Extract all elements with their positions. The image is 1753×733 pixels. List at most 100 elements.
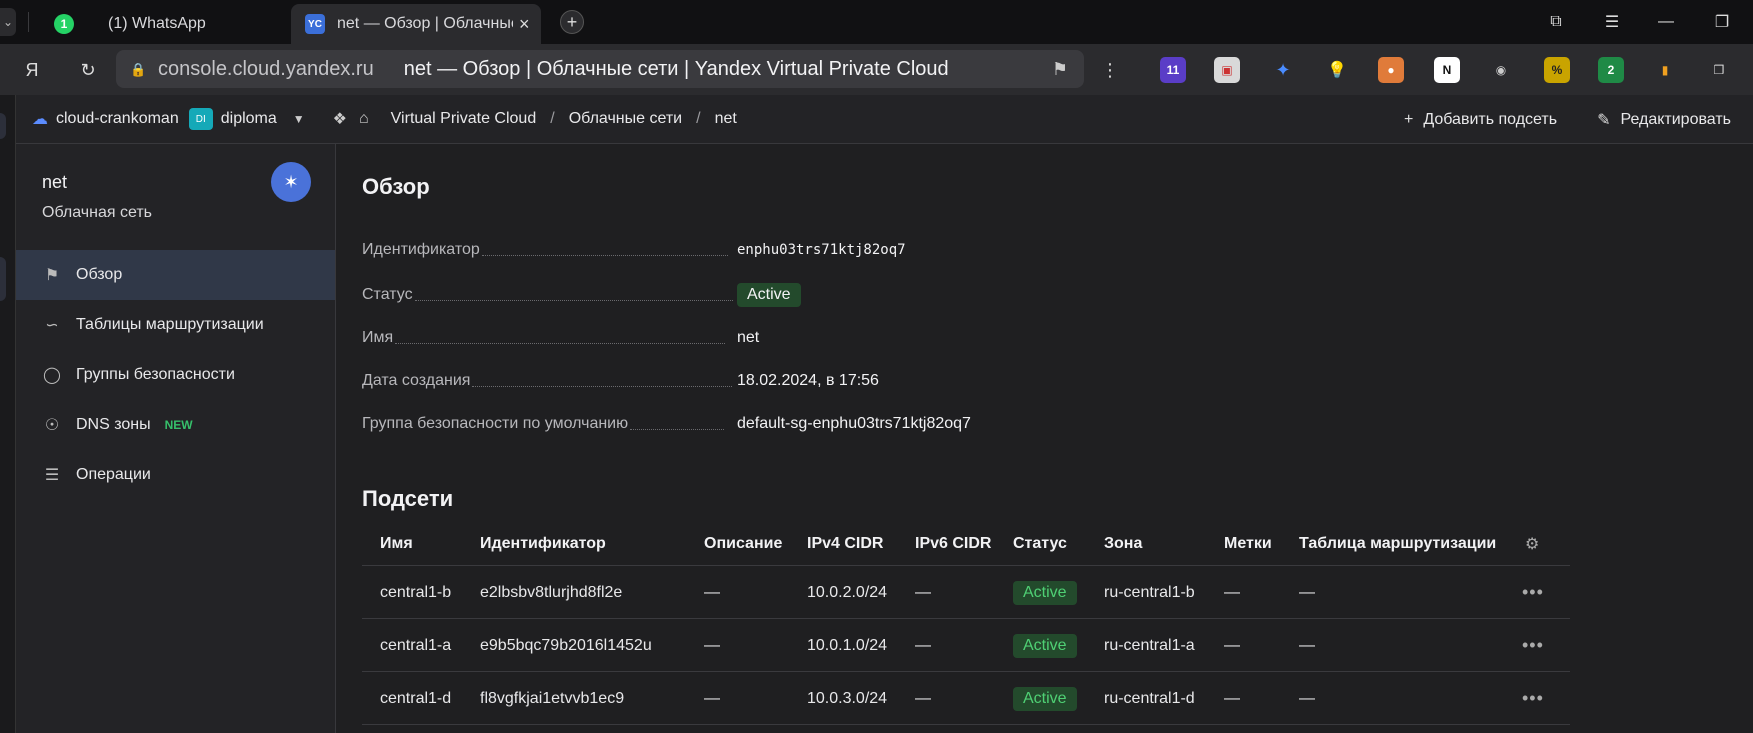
column-header[interactable]: Идентификатор	[480, 522, 606, 566]
status-badge: Active	[1013, 686, 1077, 711]
extensions-icon[interactable]: ❒	[1706, 57, 1732, 83]
yandex-logo-icon[interactable]: Я	[18, 56, 46, 84]
extension-shield-icon[interactable]: 2	[1598, 57, 1624, 83]
cloud-name[interactable]: cloud-crankoman	[56, 110, 179, 128]
app-rail	[0, 95, 16, 733]
chevron-down-icon[interactable]: ▼	[293, 112, 305, 126]
url-text: console.cloud.yandex.ru	[158, 57, 374, 80]
column-header[interactable]: Описание	[704, 522, 782, 566]
rail-item[interactable]	[0, 113, 6, 139]
sidebar-item-overview[interactable]: ⚑ Обзор	[16, 250, 335, 300]
close-icon[interactable]: ×	[519, 14, 530, 35]
tab-whatsapp[interactable]: 1 (1) WhatsApp	[48, 4, 288, 44]
table-row[interactable]: central1-b e2lbsbv8tlurjhd8fl2e — 10.0.2…	[362, 566, 1570, 619]
extension-calendar-icon[interactable]: 11	[1160, 57, 1186, 83]
column-header[interactable]: Имя	[380, 522, 413, 566]
prop-status: Статус Active	[362, 283, 1362, 307]
extension-glasses-icon[interactable]: ●	[1378, 57, 1404, 83]
collections-icon[interactable]: ⧉	[1544, 10, 1568, 34]
subnet-route-table: —	[1299, 583, 1315, 601]
tab-list-chevron-icon[interactable]: ⌄	[0, 8, 16, 36]
restore-icon[interactable]: ❐	[1710, 10, 1734, 34]
home-icon[interactable]: ⌂	[359, 110, 369, 128]
column-header[interactable]: Таблица маршрутизации	[1299, 522, 1496, 566]
subnet-ipv4: 10.0.2.0/24	[807, 583, 888, 601]
extension-battery-icon[interactable]: ▮	[1652, 57, 1678, 83]
extension-percent-icon[interactable]: %	[1544, 57, 1570, 83]
overview-heading: Обзор	[362, 174, 430, 199]
prop-value: net	[737, 329, 760, 346]
browser-tab-bar: ⌄ 1 (1) WhatsApp YC net — Обзор | Облачн…	[0, 0, 1753, 44]
column-header[interactable]: Статус	[1013, 522, 1067, 566]
breadcrumb-separator: /	[696, 110, 701, 127]
address-field[interactable]: 🔒 console.cloud.yandex.ru net — Обзор | …	[116, 50, 1084, 88]
bookmark-icon[interactable]: ⚑	[1052, 59, 1068, 80]
tab-yandex-cloud[interactable]: YC net — Обзор | Облачные ×	[291, 4, 541, 44]
breadcrumb-separator: /	[550, 110, 555, 127]
sidebar-item-dns-zones[interactable]: ☉ DNS зоны NEW	[16, 400, 335, 450]
breadcrumb-networks[interactable]: Облачные сети	[569, 110, 682, 128]
subnet-labels: —	[1224, 689, 1240, 707]
compass-icon: ☉	[44, 417, 60, 434]
menu-icon[interactable]: ☰	[1600, 10, 1624, 34]
sidebar-item-route-tables[interactable]: ∽ Таблицы маршрутизации	[16, 300, 335, 350]
breadcrumb-vpc[interactable]: Virtual Private Cloud	[391, 110, 537, 128]
column-header[interactable]: Метки	[1224, 522, 1272, 566]
add-subnet-button[interactable]: + Добавить подсеть	[1404, 111, 1557, 129]
folder-badge: DI	[188, 108, 213, 130]
extension-camera-icon[interactable]: ◉	[1488, 57, 1514, 83]
folder-name[interactable]: diploma	[221, 110, 277, 128]
services-icon[interactable]: ❖	[333, 109, 347, 129]
subnet-ipv4: 10.0.1.0/24	[807, 636, 888, 654]
row-actions-icon[interactable]: •••	[1522, 566, 1544, 619]
prop-id: Идентификатор enphu03trs71ktj82oq7	[362, 238, 1362, 262]
sidebar-item-operations[interactable]: ☰ Операции	[16, 450, 335, 500]
cloud-icon: ☁	[32, 111, 48, 128]
prop-name: Имя net	[362, 326, 1362, 350]
column-header[interactable]: Зона	[1104, 522, 1142, 566]
add-subnet-label: Добавить подсеть	[1423, 110, 1558, 128]
rail-item[interactable]	[0, 257, 6, 301]
new-badge: NEW	[164, 418, 193, 432]
tab-separator	[28, 12, 29, 32]
subnet-labels: —	[1224, 583, 1240, 601]
subnet-ipv6: —	[915, 636, 931, 654]
dotted-leader	[395, 343, 726, 344]
shield-icon: ◯	[43, 367, 61, 384]
edit-label: Редактировать	[1620, 110, 1731, 128]
status-badge: Active	[1013, 633, 1077, 658]
console-header: ☁ cloud-crankoman DI diploma ▼ ❖ ⌂ Virtu…	[16, 95, 1753, 144]
table-row[interactable]: central1-a e9b5bqc79b2016l1452u — 10.0.1…	[362, 619, 1570, 672]
minimize-icon[interactable]: —	[1654, 10, 1678, 34]
new-tab-button[interactable]: +	[560, 10, 584, 34]
dotted-leader	[630, 429, 725, 430]
dotted-leader	[472, 386, 733, 387]
settings-gear-icon[interactable]: ⚙	[1525, 522, 1539, 566]
edit-button[interactable]: ✎ Редактировать	[1597, 110, 1731, 130]
subnet-route-table: —	[1299, 636, 1315, 654]
dotted-leader	[481, 255, 728, 256]
subnet-name: central1-b	[380, 583, 452, 601]
route-icon: ∽	[45, 317, 59, 334]
prop-value[interactable]: enphu03trs71ktj82oq7	[737, 242, 906, 258]
subnet-id: e2lbsbv8tlurjhd8fl2e	[480, 583, 623, 601]
extension-notion-icon[interactable]: N	[1434, 57, 1460, 83]
breadcrumb-net: net	[714, 110, 737, 127]
extension-lightbulb-icon[interactable]: 💡	[1324, 57, 1350, 83]
column-header[interactable]: IPv6 CIDR	[915, 522, 991, 566]
extension-shortcut-icon[interactable]: ✦	[1270, 57, 1296, 83]
row-actions-icon[interactable]: •••	[1522, 672, 1544, 725]
table-row[interactable]: central1-d fl8vgfkjai1etvvb1ec9 — 10.0.3…	[362, 672, 1570, 725]
sidebar-item-security-groups[interactable]: ◯ Группы безопасности	[16, 350, 335, 400]
prop-key: Группа безопасности по умолчанию	[362, 415, 629, 432]
reload-icon[interactable]: ↻	[74, 56, 102, 84]
column-header[interactable]: IPv4 CIDR	[807, 522, 883, 566]
lock-icon: 🔒	[130, 62, 147, 77]
security-group-link[interactable]: default-sg-enphu03trs71ktj82oq7	[737, 415, 971, 433]
row-actions-icon[interactable]: •••	[1522, 619, 1544, 672]
more-options-icon[interactable]: ⋮	[1096, 56, 1124, 84]
subnet-ipv6: —	[915, 583, 931, 601]
extension-screenshot-icon[interactable]: ▣	[1214, 57, 1240, 83]
sidebar: net Облачная сеть ✶ ⚑ Обзор ∽ Таблицы ма…	[16, 144, 336, 733]
subnet-zone: ru-central1-a	[1104, 636, 1195, 654]
